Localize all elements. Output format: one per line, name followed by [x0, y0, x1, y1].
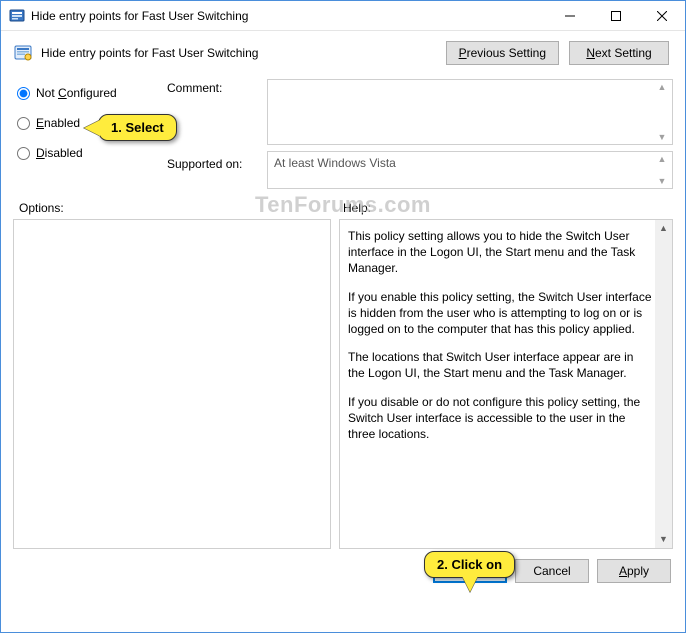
- apply-button[interactable]: Apply: [597, 559, 671, 583]
- policy-title: Hide entry points for Fast User Switchin…: [41, 46, 446, 60]
- help-label: Help:: [343, 201, 371, 215]
- callout-arrow-icon: [462, 576, 478, 592]
- supported-on-text: At least Windows Vista: [274, 156, 396, 170]
- previous-setting-button[interactable]: Previous Setting: [446, 41, 559, 65]
- scroll-up-icon: ▲: [658, 82, 667, 92]
- help-paragraph: If you disable or do not configure this …: [348, 394, 652, 443]
- comment-label: Comment:: [167, 81, 257, 137]
- scroll-down-icon: ▼: [658, 176, 667, 186]
- scroll-down-icon: ▼: [658, 132, 667, 142]
- radio-enabled-input[interactable]: [17, 117, 30, 130]
- window-title: Hide entry points for Fast User Switchin…: [31, 9, 547, 23]
- help-scrollbar[interactable]: ▲ ▼: [655, 220, 672, 548]
- next-setting-button[interactable]: Next Setting: [569, 41, 669, 65]
- callout-select: 1. Select: [98, 114, 177, 141]
- radio-not-configured-input[interactable]: [17, 87, 30, 100]
- minimize-button[interactable]: [547, 1, 593, 31]
- help-paragraph: If you enable this policy setting, the S…: [348, 289, 652, 338]
- callout-click-on: 2. Click on: [424, 551, 515, 578]
- help-paragraph: The locations that Switch User interface…: [348, 349, 652, 381]
- help-pane: This policy setting allows you to hide t…: [339, 219, 673, 549]
- cancel-button[interactable]: Cancel: [515, 559, 589, 583]
- supported-scrollbar[interactable]: ▲ ▼: [654, 154, 670, 186]
- options-pane: [13, 219, 331, 549]
- scroll-up-icon: ▲: [655, 220, 672, 237]
- maximize-button[interactable]: [593, 1, 639, 31]
- callout-arrow-icon: [84, 120, 100, 136]
- radio-disabled[interactable]: Disabled: [17, 141, 157, 165]
- radio-not-configured[interactable]: Not Configured: [17, 81, 157, 105]
- policy-app-icon: [9, 8, 25, 24]
- help-paragraph: This policy setting allows you to hide t…: [348, 228, 652, 277]
- field-labels: Comment: Supported on:: [167, 79, 257, 189]
- options-label: Options:: [19, 201, 343, 215]
- comment-scrollbar[interactable]: ▲ ▼: [654, 82, 670, 142]
- scroll-up-icon: ▲: [658, 154, 667, 164]
- footer-buttons: OK Cancel Apply: [1, 549, 685, 593]
- close-button[interactable]: [639, 1, 685, 31]
- policy-icon: [13, 43, 33, 63]
- supported-label: Supported on:: [167, 157, 257, 171]
- radio-disabled-input[interactable]: [17, 147, 30, 160]
- titlebar: Hide entry points for Fast User Switchin…: [1, 1, 685, 31]
- section-labels: Options: Help:: [1, 189, 685, 219]
- scroll-down-icon: ▼: [655, 531, 672, 548]
- header-row: Hide entry points for Fast User Switchin…: [1, 31, 685, 73]
- lower-panes: This policy setting allows you to hide t…: [1, 219, 685, 549]
- comment-textarea[interactable]: ▲ ▼: [267, 79, 673, 145]
- supported-on-box: At least Windows Vista ▲ ▼: [267, 151, 673, 189]
